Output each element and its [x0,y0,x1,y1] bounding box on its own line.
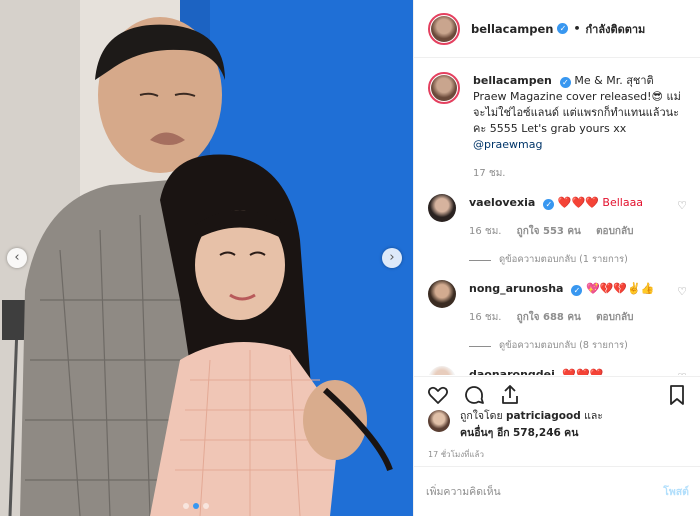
likes-and: และ [584,410,603,422]
author-username[interactable]: bellacampen [471,22,553,36]
view-replies-label[interactable]: ดูข้อความตอบกลับ (8 รายการ) [499,338,628,354]
add-comment-bar: เพิ่มความคิดเห็น โพสต์ [414,466,700,516]
caption: bellacampen ✓ Me & Mr. สุชาติ Praew Magaz… [428,72,687,182]
view-replies[interactable]: ดูข้อความตอบกลับ (8 รายการ) [469,338,687,354]
likes-summary: ถูกใจโดย patriciagood และ คนอื่นๆ อีก 57… [428,408,603,442]
reply-button[interactable]: ตอบกลับ [596,226,633,237]
comment-like-heart-icon[interactable]: ♡ [677,285,687,298]
carousel-dot [183,503,189,509]
verified-icon: ✓ [559,77,571,88]
bullet-separator: • [573,22,581,35]
comment-text: ❤️❤️❤️ [562,368,604,375]
comment-username[interactable]: daonarongdej [469,368,555,375]
comment-username[interactable]: vaelovexia [469,196,535,209]
view-replies[interactable]: ดูข้อความตอบกลับ (1 รายการ) [469,252,687,268]
following-button[interactable]: กำลังติดตาม [586,20,646,38]
likes-prefix: ถูกใจโดย [460,410,503,422]
liker-avatar[interactable] [428,410,450,432]
comment-time[interactable]: 16 ชม. [469,226,501,237]
author-avatar[interactable] [428,72,460,104]
comment-likes[interactable]: ถูกใจ 688 คน [517,312,581,323]
caption-time[interactable]: 17 ชม. [473,168,505,179]
comment-item: nong_arunosha ✓ 💖💔💔✌️👍 16 ชม. ถูกใจ 688 ค… [428,280,687,354]
comments-list: bellacampen ✓ Me & Mr. สุชาติ Praew Magaz… [414,59,700,375]
comment-item: vaelovexia ✓ ❤️❤️❤️ Bellaaa 16 ชม. ถูกใจ … [428,194,687,268]
likes-others[interactable]: คนอื่นๆ อีก [460,427,510,439]
reply-button[interactable]: ตอบกลับ [596,312,633,323]
likes-unit[interactable]: คน [564,427,578,439]
comment-meta: 16 ชม. ถูกใจ 553 คน ตอบกลับ [469,224,687,240]
post-header: bellacampen ✓ • กำลังติดตาม [414,0,700,58]
verified-icon: ✓ [543,199,555,210]
commenter-avatar[interactable] [428,366,456,375]
comment-time[interactable]: 16 ชม. [469,312,501,323]
post-photo[interactable]: ‹ › [0,0,413,516]
carousel-dot-active [193,503,199,509]
comment-likes[interactable]: ถูกใจ 553 คน [517,226,581,237]
liker-username[interactable]: patriciagood [506,410,581,422]
comment-username[interactable]: nong_arunosha [469,282,563,295]
comment-text: ❤️❤️❤️ Bellaaa [557,196,644,209]
action-bar [414,376,700,412]
comment-like-heart-icon[interactable]: ♡ [677,199,687,212]
comment-icon[interactable] [462,383,486,407]
previous-slide-button[interactable]: ‹ [7,248,27,268]
like-heart-icon[interactable] [426,383,450,407]
comment-meta: 16 ชม. ถูกใจ 688 คน ตอบกลับ [469,310,687,326]
caption-mention[interactable]: @praewmag [473,138,542,151]
caption-username[interactable]: bellacampen [473,74,552,87]
verified-icon: ✓ [557,23,569,34]
commenter-avatar[interactable] [428,194,456,222]
verified-icon: ✓ [571,285,583,296]
comment-like-heart-icon[interactable]: ♡ [677,371,687,375]
share-icon[interactable] [498,383,522,407]
post-comment-button[interactable]: โพสต์ [663,483,689,500]
comment-text: 💖💔💔✌️👍 [585,282,655,295]
likes-count[interactable]: 578,246 [513,427,561,439]
commenter-avatar[interactable] [428,280,456,308]
carousel-dot [203,503,209,509]
next-slide-button[interactable]: › [382,248,402,268]
view-replies-label[interactable]: ดูข้อความตอบกลับ (1 รายการ) [499,252,628,268]
bookmark-icon[interactable] [665,383,689,407]
author-avatar[interactable] [428,12,460,45]
carousel-dots [183,503,209,509]
photo-illustration [0,0,413,516]
post-timestamp[interactable]: 17 ชั่วโมงที่แล้ว [428,448,484,461]
caption-meta: 17 ชม. [473,166,687,182]
post-side-panel: bellacampen ✓ • กำลังติดตาม bellacampen ✓… [413,0,700,516]
comment-item: daonarongdej ❤️❤️❤️ ♡ [428,366,687,375]
add-comment-input[interactable]: เพิ่มความคิดเห็น [426,483,501,500]
likes-count-link[interactable]: คนอื่นๆ อีก 578,246 คน [460,425,603,442]
